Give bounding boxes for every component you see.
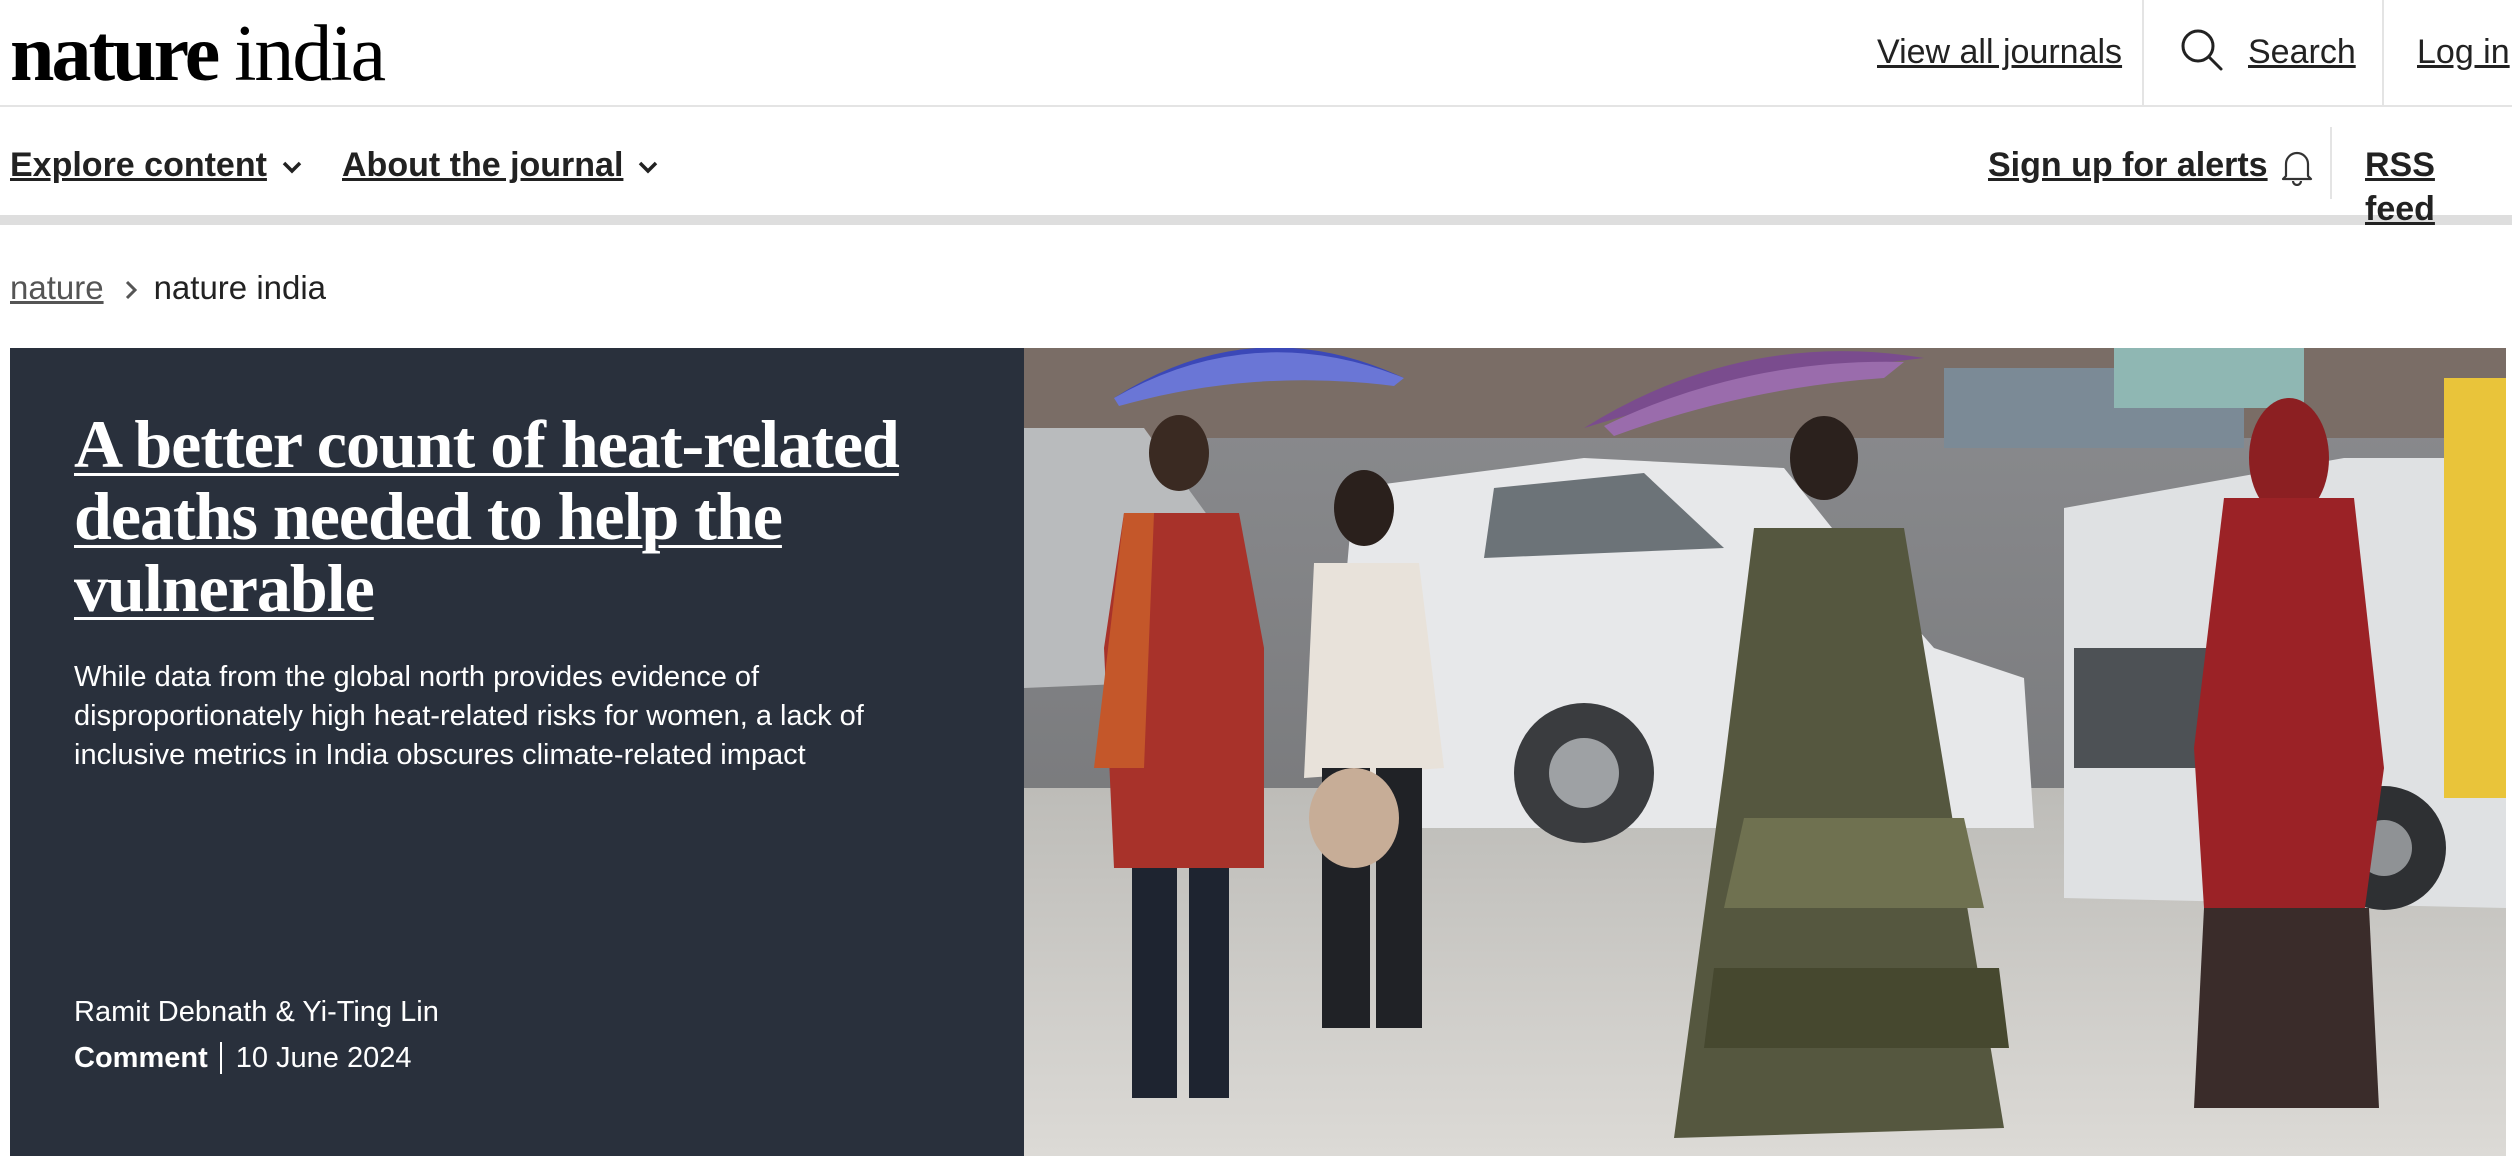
search-icon [2181,29,2223,71]
logo-india: india [234,10,386,98]
featured-article-authors: Ramit Debnath & Yi-Ting Lin [74,996,439,1028]
article-date: 10 June 2024 [235,1042,412,1074]
explore-content-label: Explore content [10,146,267,184]
view-all-journals-link[interactable]: View all journals [1877,30,2122,74]
featured-article: A better count of heat-related deaths ne… [10,348,2506,1156]
nav-divider [2330,127,2332,199]
sign-up-alerts-label: Sign up for alerts [1988,146,2268,184]
search-label: Search [2248,33,2356,71]
breadcrumb: nature nature india [10,266,326,310]
bell-icon [2281,151,2312,187]
chevron-down-icon [282,161,302,174]
featured-article-title[interactable]: A better count of heat-related deaths ne… [74,408,974,624]
explore-content-menu[interactable]: Explore content [10,143,303,187]
main-nav: Explore content About the journal Sign u… [0,107,2512,228]
article-type: Comment [74,1042,222,1074]
about-journal-label: About the journal [342,146,624,184]
chevron-down-icon [639,161,658,174]
breadcrumb-current: nature india [153,269,327,306]
featured-article-panel: A better count of heat-related deaths ne… [10,348,1024,1156]
nature-india-logo[interactable]: nature india [10,14,386,94]
about-journal-menu[interactable]: About the journal [342,143,659,187]
sign-up-alerts-link[interactable]: Sign up for alerts [1988,143,2314,187]
photo-women-with-umbrellas [1024,348,2506,1156]
featured-article-standfirst: While data from the global north provide… [74,661,864,771]
rss-feed-link[interactable]: RSS feed [2365,143,2512,231]
logo-nature: nature [10,10,220,98]
featured-article-image[interactable] [1024,348,2506,1156]
header-divider [2142,0,2144,105]
breadcrumb-nature-link[interactable]: nature [10,269,104,306]
featured-article-meta: Comment 10 June 2024 [74,1042,412,1075]
chevron-right-icon [125,281,137,300]
header-divider [2382,0,2384,105]
login-link[interactable]: Log in [2417,30,2510,74]
site-header: nature india View all journals Search Lo… [0,0,2512,107]
